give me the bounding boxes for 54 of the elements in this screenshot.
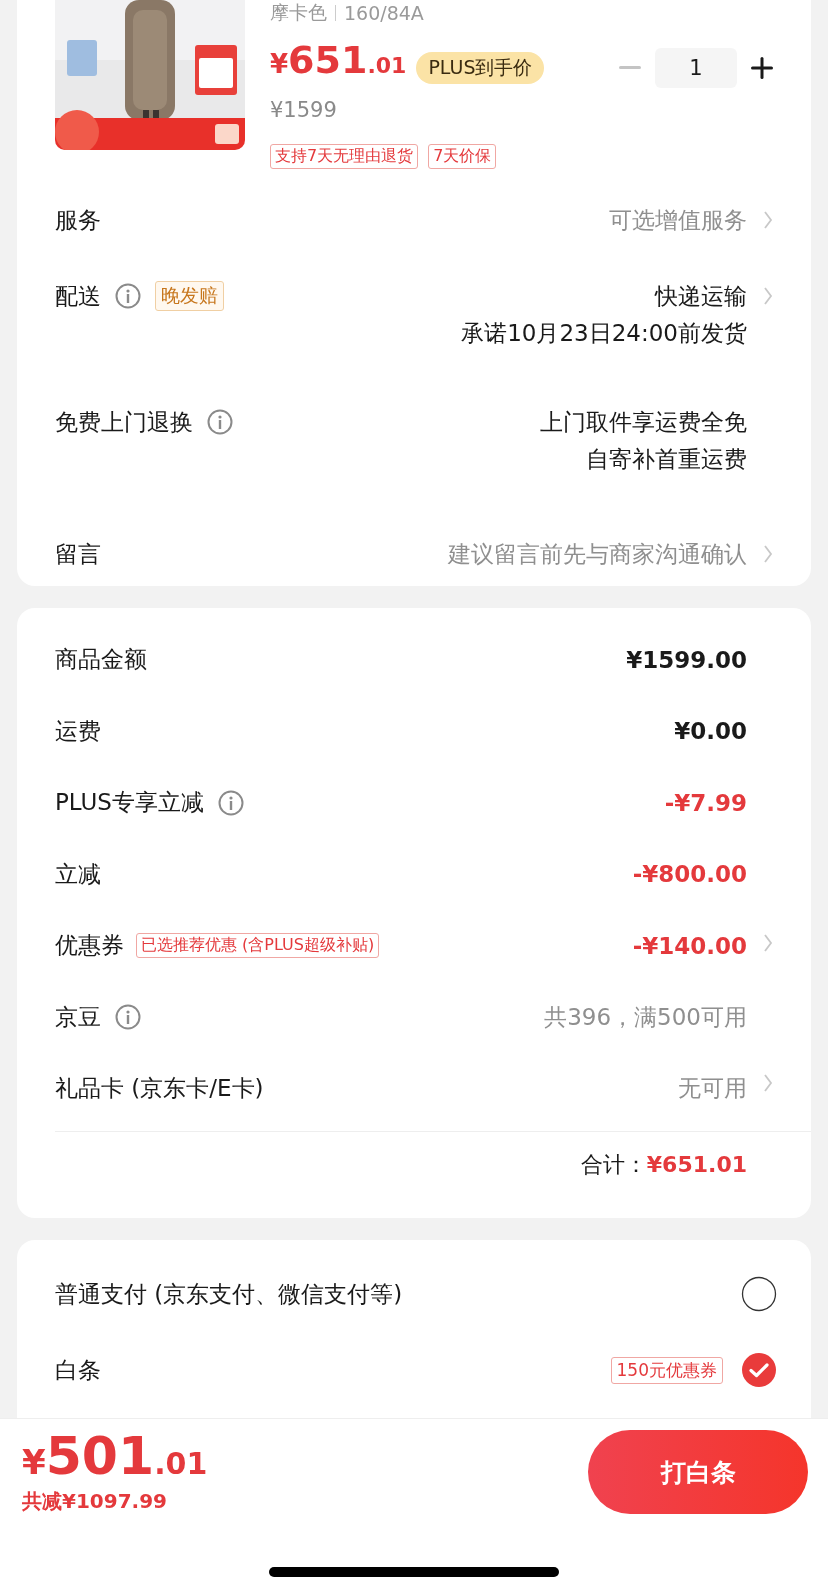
row-label: 商品金额 [55, 645, 147, 675]
row-label: 立减 [55, 859, 101, 889]
row-value: 快递运输 [655, 282, 747, 311]
row-label: 礼品卡 (京东卡/E卡) [55, 1074, 264, 1104]
info-icon[interactable] [115, 1004, 141, 1031]
row-value: 自寄补首重运费 [586, 445, 747, 474]
pay-button[interactable]: 打白条 [588, 1430, 808, 1514]
row-label: 免费上门退换 [55, 407, 193, 437]
row-value: -¥800.00 [632, 861, 747, 888]
row-value: 共396，满500可用 [544, 1002, 747, 1032]
quantity-field[interactable]: 1 [655, 48, 737, 88]
price-decimal: .01 [367, 53, 407, 78]
pay-amount: 501 [45, 1429, 155, 1482]
row-value: 上门取件享运费全免 [540, 408, 747, 437]
size-text: 160/84A [344, 2, 424, 24]
total-label: 合计： [580, 1150, 647, 1179]
plus-icon[interactable] [751, 57, 773, 79]
minus-icon[interactable] [619, 66, 641, 70]
row-label: 运费 [55, 716, 101, 746]
row-label: 留言 [55, 539, 101, 569]
row-label: 优惠券 [55, 931, 124, 961]
row-label: PLUS专享立减 [55, 788, 204, 818]
row-value: ¥0.00 [674, 718, 747, 745]
row-value: 承诺10月23日24:00前发货 [461, 319, 747, 348]
row-value: 建议留言前先与商家沟通确认 [448, 540, 747, 569]
row-value: -¥7.99 [664, 789, 747, 816]
row-label: 配送 [55, 281, 101, 311]
row-value: 可选增值服务 [609, 206, 747, 235]
row-value: ¥1599.00 [626, 646, 747, 673]
radio-icon[interactable] [741, 1276, 777, 1312]
price: 651 [288, 38, 368, 82]
total-value: ¥651.01 [646, 1152, 747, 1177]
currency-symbol: ¥ [270, 49, 289, 79]
info-icon[interactable] [218, 789, 244, 816]
coupon-tag: 150元优惠券 [610, 1356, 723, 1384]
coupon-tag: 已选推荐优惠 (含PLUS超级补贴) [136, 933, 380, 959]
service-tag: 支持7天无理由退货 [270, 144, 419, 169]
original-price: ¥1599 [270, 98, 338, 124]
info-icon[interactable] [115, 283, 141, 309]
checked-radio-icon[interactable] [741, 1352, 777, 1388]
total-saving: 共减¥1097.99 [22, 1487, 168, 1515]
row-label: 京豆 [55, 1002, 101, 1032]
variant-text: 摩卡色 [270, 0, 327, 25]
currency-symbol: ¥ [22, 1444, 46, 1479]
service-tag: 7天价保 [428, 144, 497, 169]
payment-option-label: 白条 [55, 1355, 101, 1385]
pay-amount-decimal: .01 [154, 1448, 208, 1479]
row-label: 服务 [55, 205, 101, 235]
payment-option-label: 普通支付 (京东支付、微信支付等) [55, 1279, 403, 1309]
plus-price-badge: PLUS到手价 [416, 52, 545, 84]
info-icon[interactable] [207, 409, 233, 435]
row-value: 无可用 [678, 1074, 747, 1104]
row-value: -¥140.00 [632, 932, 747, 959]
late-compensation-badge: 晚发赔 [155, 281, 224, 311]
